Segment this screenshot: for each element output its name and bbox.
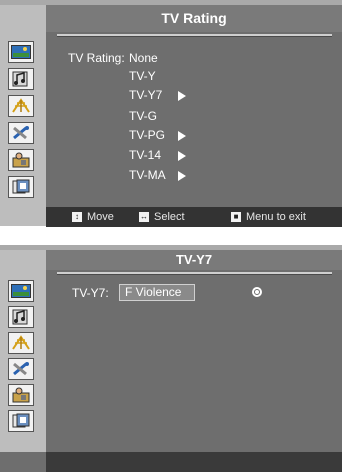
- title-divider: [57, 272, 332, 275]
- input-icon[interactable]: [8, 410, 34, 432]
- rating-label: TV Rating:: [68, 51, 125, 65]
- footer-select-label: Select: [154, 211, 185, 223]
- footer-menu: ■ Menu to exit: [231, 207, 306, 227]
- submenu-arrow-icon: [178, 171, 186, 181]
- parental-lock-icon[interactable]: [8, 149, 34, 171]
- menu-item-tv-y7[interactable]: TV-Y7: [129, 88, 162, 102]
- title-divider: [57, 34, 332, 37]
- sound-icon[interactable]: [8, 68, 34, 90]
- select-arrows-icon: ↔: [139, 212, 149, 222]
- menu-item-tv-14[interactable]: TV-14: [129, 148, 161, 162]
- setup-icon[interactable]: [8, 358, 34, 380]
- footer-move: ↕ Move: [72, 207, 114, 227]
- picture-icon[interactable]: [8, 280, 34, 302]
- panel-body: [0, 5, 342, 226]
- page-title: TV Rating: [46, 5, 342, 32]
- field-label: TV-Y7:: [72, 286, 109, 300]
- footer-menu-label: Menu to exit: [246, 211, 306, 223]
- menu-item-tv-g[interactable]: TV-G: [129, 109, 157, 123]
- menu-item-tv-y[interactable]: TV-Y: [129, 69, 156, 83]
- parental-lock-icon[interactable]: [8, 384, 34, 406]
- footer-select: ↔ Select: [139, 207, 185, 227]
- page-title: TV-Y7: [46, 250, 342, 270]
- channel-icon[interactable]: [8, 332, 34, 354]
- submenu-arrow-icon: [178, 151, 186, 161]
- submenu-arrow-icon: [178, 91, 186, 101]
- input-icon[interactable]: [8, 176, 34, 198]
- setup-icon[interactable]: [8, 122, 34, 144]
- footer-bar: [46, 452, 342, 472]
- sound-icon[interactable]: [8, 306, 34, 328]
- picture-icon[interactable]: [8, 41, 34, 63]
- channel-icon[interactable]: [8, 95, 34, 117]
- violence-setting-field[interactable]: F Violence: [119, 284, 195, 301]
- menu-item-tv-ma[interactable]: TV-MA: [129, 168, 166, 182]
- footer-bar: ↕ Move ↔ Select ■ Menu to exit: [46, 207, 342, 227]
- footer-move-label: Move: [87, 211, 114, 223]
- rating-value: None: [129, 51, 158, 65]
- radio-selected-icon[interactable]: [252, 287, 262, 297]
- menu-item-tv-pg[interactable]: TV-PG: [129, 128, 165, 142]
- move-arrows-icon: ↕: [72, 212, 82, 222]
- menu-button-icon: ■: [231, 212, 241, 222]
- submenu-arrow-icon: [178, 131, 186, 141]
